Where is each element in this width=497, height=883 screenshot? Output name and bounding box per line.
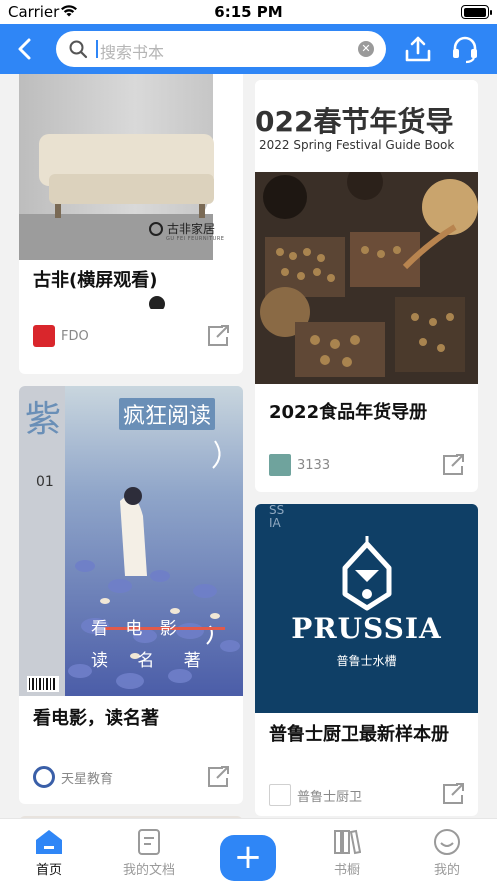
book-cover: SS IA PRUSSIA 普鲁士水槽 <box>255 504 478 713</box>
battery-icon <box>461 5 492 19</box>
cover-line-1: 看 电 影 <box>91 619 183 639</box>
cover-heading: 022春节年货导 <box>255 105 454 138</box>
book-card[interactable]: 紫 01 疯狂阅读 看 电 影 读 名 著 看电影，读名著 天星教育 <box>19 386 243 804</box>
search-icon <box>69 40 88 59</box>
publisher: 3133 <box>269 454 330 476</box>
book-card[interactable]: 古非家居 GU FEI FEURNITURE 古非(横屏观看) FDO <box>19 74 243 374</box>
cover-issue: 01 <box>36 474 54 490</box>
cover-brand: PRUSSIA <box>291 612 442 645</box>
upload-icon[interactable] <box>403 34 433 64</box>
tab-my-docs[interactable]: 我的文档 <box>109 827 189 878</box>
book-title: 看电影，读名著 <box>33 708 159 729</box>
home-icon <box>36 830 62 854</box>
tab-label: 首页 <box>35 863 62 878</box>
cover-subheading: 2022 Spring Festival Guide Book <box>259 138 455 152</box>
cover-side-char: 紫 <box>25 399 62 440</box>
tab-label: 书橱 <box>333 863 360 878</box>
text-cursor <box>96 40 98 58</box>
tab-bar: 首页 我的文档 + 书橱 我的 <box>0 818 497 883</box>
tab-mine[interactable]: 我的 <box>407 827 487 878</box>
share-icon[interactable] <box>440 782 466 806</box>
publisher: 普鲁士厨卫 <box>269 784 362 806</box>
cover-corner: SS IA <box>269 504 285 530</box>
book-cover: 022春节年货导 2022 Spring Festival Guide Book <box>255 80 478 384</box>
share-icon[interactable] <box>205 765 231 789</box>
tab-home[interactable]: 首页 <box>9 827 89 878</box>
cover-brand: 古非家居 <box>149 220 215 237</box>
top-bar: 搜索书本 ✕ <box>0 24 497 74</box>
back-icon[interactable] <box>12 34 40 64</box>
search-placeholder: 搜索书本 <box>100 43 165 62</box>
bookshelf-icon <box>334 829 361 855</box>
publisher-logo <box>33 766 55 788</box>
book-card[interactable]: SS IA PRUSSIA 普鲁士水槽 普鲁士厨卫最新样本册 普鲁士厨卫 <box>255 504 478 816</box>
publisher: 天星教育 <box>33 766 113 788</box>
tab-bookshelf[interactable]: 书橱 <box>307 827 387 878</box>
clear-icon[interactable]: ✕ <box>358 41 374 57</box>
food-image <box>255 172 478 384</box>
publisher-logo <box>33 325 55 347</box>
document-icon <box>138 829 160 855</box>
tab-label: 我的文档 <box>122 863 175 878</box>
book-cover: 紫 01 疯狂阅读 看 电 影 读 名 著 <box>19 386 243 696</box>
cover-masthead: 疯狂阅读 <box>119 398 216 430</box>
publisher-logo <box>269 454 291 476</box>
headset-icon[interactable] <box>450 34 480 64</box>
book-feed[interactable]: 古非家居 GU FEI FEURNITURE 古非(横屏观看) FDO 022春… <box>0 74 497 818</box>
add-button[interactable]: + <box>220 835 276 881</box>
smiley-icon <box>434 829 460 855</box>
share-icon[interactable] <box>440 453 466 477</box>
publisher-logo <box>269 784 291 806</box>
book-title: 2022食品年货导册 <box>269 402 428 423</box>
tab-label: 我的 <box>433 863 460 878</box>
publisher: FDO <box>33 325 89 347</box>
cover-brand-sub: 普鲁士水槽 <box>336 654 397 668</box>
clock: 6:15 PM <box>214 3 283 21</box>
status-bar: Carrier 6:15 PM <box>0 0 497 24</box>
helmet-icon <box>342 536 392 611</box>
search-input[interactable]: 搜索书本 ✕ <box>56 31 386 67</box>
book-card[interactable]: 022春节年货导 2022 Spring Festival Guide Book <box>255 80 478 492</box>
cover-line-2: 读 名 著 <box>91 651 213 671</box>
book-title: 古非(横屏观看) <box>33 270 158 291</box>
share-icon[interactable] <box>205 324 231 348</box>
brand-logo-icon <box>149 221 163 236</box>
barcode-icon <box>27 676 59 692</box>
cover-brand-sub: GU FEI FEURNITURE <box>166 236 225 242</box>
book-title: 普鲁士厨卫最新样本册 <box>269 724 449 745</box>
